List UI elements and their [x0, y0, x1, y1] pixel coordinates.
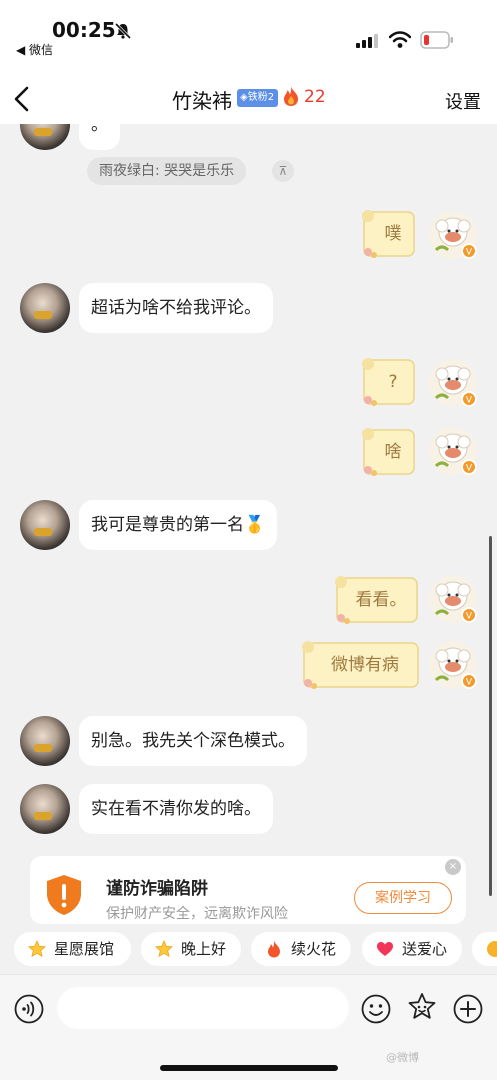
emoji-icon[interactable] [361, 994, 391, 1024]
voice-input-icon[interactable] [14, 994, 44, 1024]
svg-text:V: V [466, 612, 473, 622]
watermark: @微博 [386, 1051, 419, 1064]
my-avatar[interactable]: V [428, 574, 478, 624]
warning-title: 谨防诈骗陷阱 [106, 879, 208, 899]
fraud-warning-card[interactable]: 谨防诈骗陷阱 保护财产安全，远离欺诈风险 案例学习 × [30, 856, 466, 924]
shield-alert-icon [47, 875, 81, 915]
star-face-icon [28, 940, 46, 958]
back-to-app-link[interactable]: ◀ 微信 [16, 41, 53, 58]
wifi-icon [389, 31, 411, 48]
contact-avatar[interactable] [20, 784, 70, 834]
star-face-icon [155, 940, 173, 958]
sticker-message[interactable]: 看看。 [333, 574, 419, 626]
message-bubble-incoming[interactable]: 。 [79, 124, 120, 150]
svg-text:V: V [466, 678, 473, 688]
warning-subtitle: 保护财产安全，远离欺诈风险 [106, 906, 288, 922]
status-bar: 00:25 ◀ 微信 [0, 0, 497, 82]
svg-text:V: V [466, 464, 473, 474]
sticker-text: 微博有病 [331, 655, 399, 675]
chip-star-gallery[interactable]: 星愿展馆 [14, 932, 131, 966]
fire-streak-icon[interactable] [282, 85, 300, 107]
case-study-button[interactable]: 案例学习 [354, 882, 452, 914]
status-time: 00:25 [52, 18, 116, 42]
svg-text:V: V [466, 248, 473, 258]
message-bubble-incoming[interactable]: 实在看不清你发的啥。 [79, 784, 273, 834]
sticker-message[interactable]: 啥 [360, 426, 416, 478]
sticker-panel-icon[interactable] [406, 992, 438, 1024]
contact-avatar[interactable] [20, 283, 70, 333]
chip-label: 续火花 [291, 940, 337, 958]
sticker-text: 噗 [384, 224, 402, 244]
my-avatar[interactable]: V [428, 426, 478, 476]
fan-level-badge[interactable]: ◈铁粉2 [237, 89, 279, 107]
coin-icon [487, 941, 497, 957]
contact-avatar[interactable] [20, 124, 70, 150]
scrollbar[interactable] [489, 536, 492, 896]
sticker-message[interactable]: 微博有病 [300, 639, 420, 691]
chat-header: 竹染袆 ◈铁粉2 22 设置 [0, 82, 497, 124]
message-bubble-incoming[interactable]: 超话为啥不给我评论。 [79, 283, 273, 333]
chip-good-evening[interactable]: 晚上好 [141, 932, 241, 966]
sticker-message[interactable]: ? [360, 356, 416, 408]
quoted-reply[interactable]: 雨夜绿白: 哭哭是乐乐 [87, 157, 247, 185]
sticker-text: 啥 [384, 442, 402, 462]
my-avatar[interactable]: V [428, 210, 478, 260]
contact-avatar[interactable] [20, 500, 70, 550]
my-avatar[interactable]: V [428, 640, 478, 690]
back-arrow-icon[interactable] [10, 84, 34, 114]
chip-continue-fire[interactable]: 续火花 [251, 932, 351, 966]
fire-streak-count: 22 [304, 87, 326, 107]
battery-low-icon [420, 31, 453, 49]
fire-icon [268, 940, 280, 958]
contact-avatar[interactable] [20, 716, 70, 766]
bell-muted-icon [114, 22, 132, 40]
home-indicator[interactable] [160, 1065, 338, 1071]
close-icon[interactable]: × [445, 859, 461, 875]
message-bubble-incoming[interactable]: 别急。我先关个深色模式。 [79, 716, 307, 766]
contact-name[interactable]: 竹染袆 [172, 85, 232, 114]
svg-text:V: V [466, 396, 473, 406]
chip-label: 送爱心 [402, 940, 448, 958]
heart-icon [377, 942, 393, 956]
sticker-text: ? [388, 372, 398, 392]
chip-label: 晚上好 [181, 940, 227, 958]
chip-send-love[interactable]: 送爱心 [362, 932, 462, 966]
message-composer: @微博 [0, 974, 497, 1080]
message-list[interactable]: 。 雨夜绿白: 哭哭是乐乐 ⊼ 噗 V 超话为啥不给我评论。 ? V 啥 V 我… [0, 124, 497, 924]
my-avatar[interactable]: V [428, 358, 478, 408]
chip-label: 星愿展馆 [54, 940, 115, 958]
settings-button[interactable]: 设置 [445, 88, 481, 114]
message-bubble-incoming[interactable]: 我可是尊贵的第一名🥇 [79, 500, 278, 550]
collapse-quote-icon[interactable]: ⊼ [272, 160, 294, 182]
chip-more[interactable] [472, 932, 497, 966]
sticker-message[interactable]: 噗 [360, 208, 416, 260]
cellular-signal-icon [356, 34, 378, 48]
plus-icon[interactable] [453, 994, 483, 1024]
sticker-text: 看看。 [355, 590, 407, 610]
quick-action-bar: 星愿展馆 晚上好 续火花 送爱心 [0, 924, 497, 974]
message-input[interactable] [57, 987, 349, 1029]
